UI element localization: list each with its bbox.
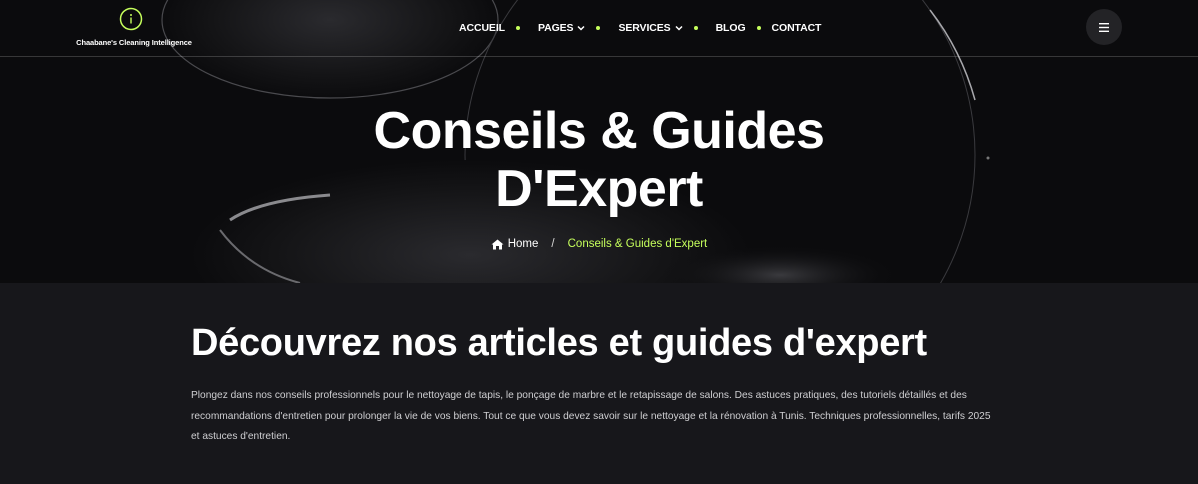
nav-separator-dot [596, 26, 601, 30]
breadcrumb-home-label: Home [507, 238, 539, 250]
hamburger-icon [1099, 22, 1109, 32]
nav-label: BLOG [715, 22, 746, 34]
nav-separator-dot [756, 26, 761, 30]
site-header: Chaabane's Cleaning Intelligence ACCUEIL… [0, 0, 1198, 57]
breadcrumb-current: Conseils & Guides d'Expert [567, 238, 708, 250]
chevron-down-icon [577, 25, 585, 31]
paragraph-line-3: et astuces d'entretien. [191, 431, 291, 442]
nav-item-contact[interactable]: CONTACT [772, 22, 822, 34]
nav-label: CONTACT [771, 22, 822, 34]
nav-item-accueil[interactable]: ACCUEIL [459, 22, 505, 34]
breadcrumb: Home / Conseils & Guides d'Expert [0, 238, 1198, 250]
paragraph-line-2: recommandations d'entretien pour prolong… [191, 410, 991, 422]
nav-separator-dot [693, 26, 698, 30]
breadcrumb-separator: / [551, 238, 555, 250]
nav-label: PAGES [537, 22, 574, 34]
menu-button[interactable] [1086, 9, 1122, 45]
main-nav: ACCUEIL PAGES SERVICES BLOG CONTACT [459, 20, 821, 36]
section-heading: Découvrez nos articles et guides d'exper… [191, 322, 927, 364]
hero-section: Chaabane's Cleaning Intelligence ACCUEIL… [0, 0, 1198, 283]
nav-item-pages[interactable]: PAGES [538, 22, 585, 34]
paragraph-line-1: Plongez dans nos conseils professionnels… [191, 390, 967, 401]
page-title-line-1: Conseils & Guides [373, 102, 825, 160]
chevron-down-icon [675, 25, 683, 31]
page-title: Conseils & Guides D'Expert [0, 102, 1198, 218]
nav-label: ACCUEIL [459, 22, 505, 34]
breadcrumb-home-link[interactable]: Home [491, 238, 539, 250]
circle-i-icon [119, 7, 143, 31]
nav-item-services[interactable]: SERVICES [618, 22, 683, 34]
brand-name: Chaabane's Cleaning Intelligence [76, 38, 192, 47]
logo[interactable]: Chaabane's Cleaning Intelligence [76, 4, 192, 48]
nav-label: SERVICES [618, 22, 671, 34]
page: Chaabane's Cleaning Intelligence ACCUEIL… [0, 0, 1198, 484]
section-paragraph: Plongez dans nos conseils professionnels… [191, 386, 1011, 448]
page-title-line-2: D'Expert [495, 160, 703, 218]
nav-item-blog[interactable]: BLOG [716, 22, 746, 34]
articles-intro-section: Découvrez nos articles et guides d'exper… [0, 283, 1198, 484]
nav-separator-dot [515, 26, 520, 30]
home-icon [491, 239, 504, 249]
